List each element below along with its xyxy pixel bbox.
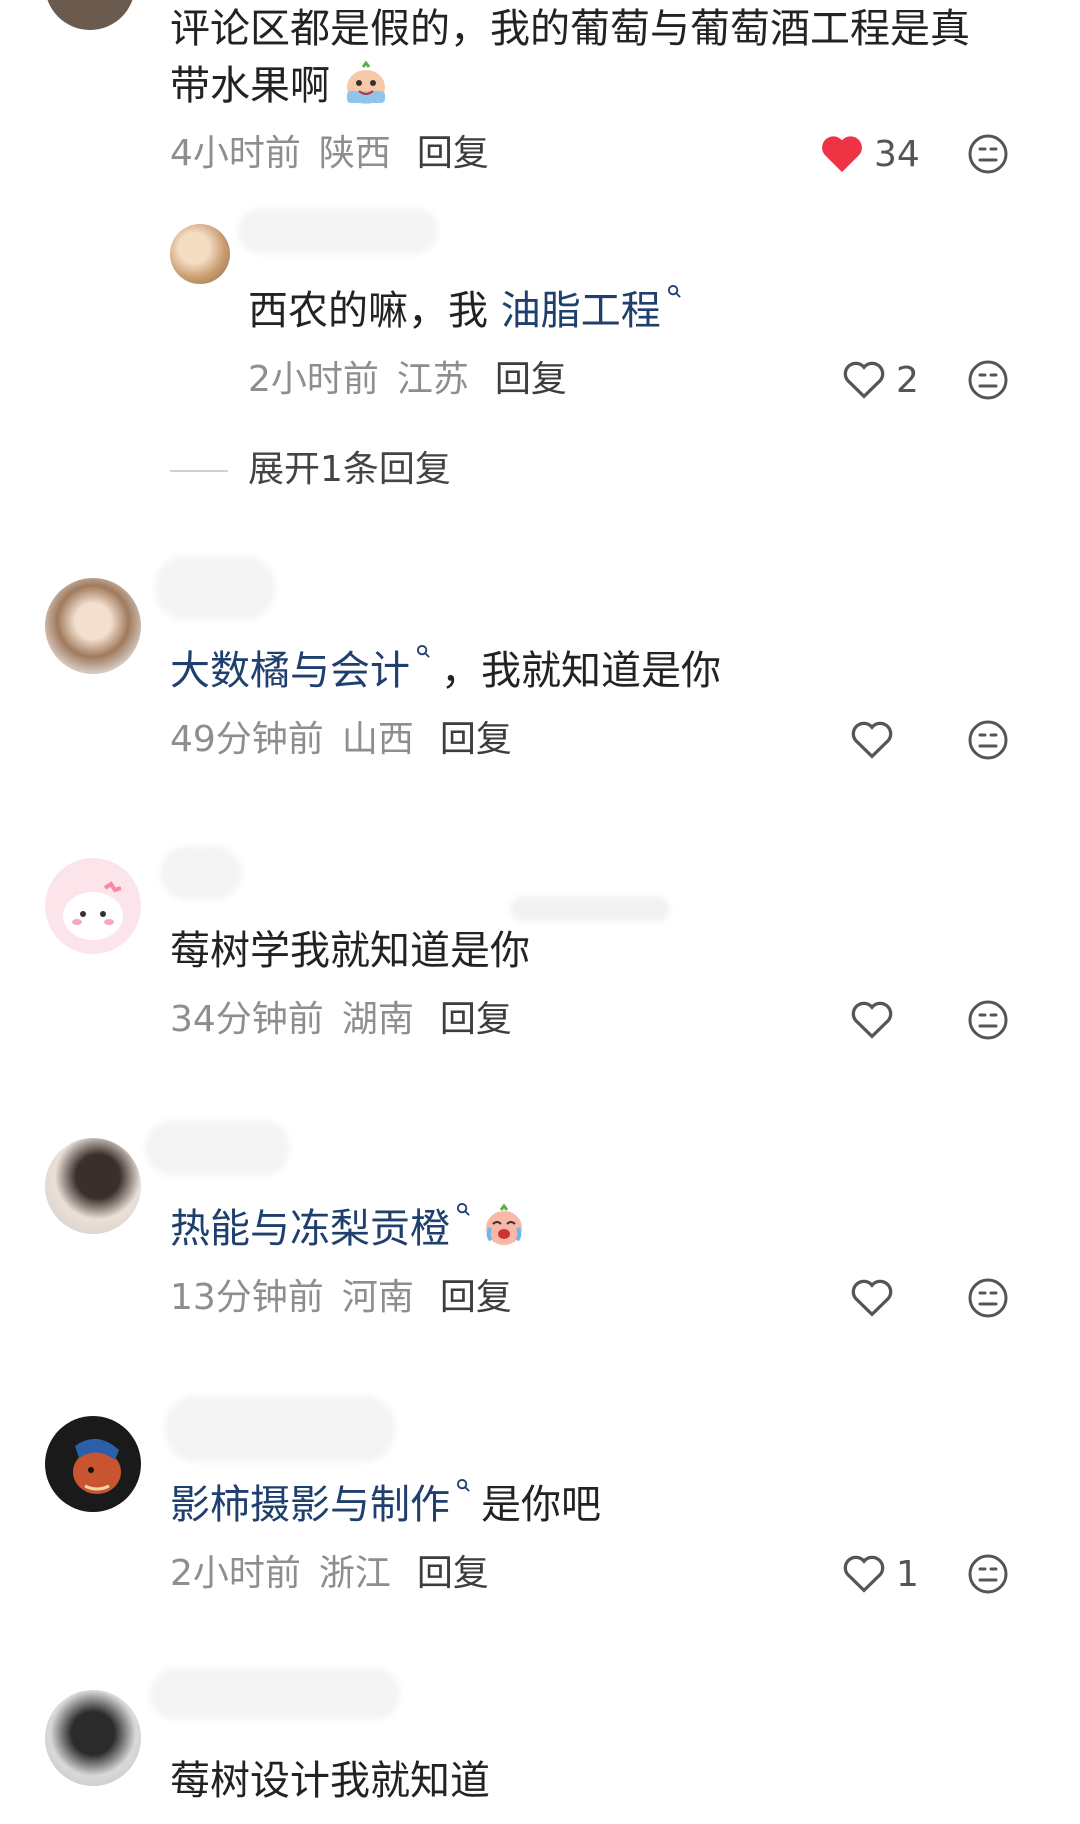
reply-button[interactable]: 回复: [440, 1277, 512, 1318]
comment-meta: 34分钟前 湖南 回复: [170, 998, 512, 1042]
heart-icon: [851, 721, 893, 759]
like-count: 34: [874, 133, 920, 175]
reply-text: 西农的嘛，我 油脂工程: [248, 282, 692, 340]
comment-text: 大数橘与会计 ，我就知道是你: [170, 642, 721, 700]
comment-text: 莓树学我就知道是你: [170, 922, 530, 980]
reply-meta: 2小时前 江苏 回复: [248, 358, 567, 402]
heart-icon: [843, 361, 885, 399]
emoji-reaction-icon[interactable]: [966, 132, 1010, 176]
comment-text: 带水果啊: [170, 57, 389, 115]
like-button[interactable]: 34: [820, 132, 920, 176]
comment-meta: 4小时前 陕西 回复: [170, 132, 489, 176]
heart-icon: [843, 1555, 885, 1593]
cartoon-avatar-icon: [63, 881, 123, 940]
emoji-reaction-icon[interactable]: [966, 1552, 1010, 1596]
avatar[interactable]: [45, 0, 135, 30]
comment-location: 湖南: [341, 999, 414, 1040]
reply-text-prefix: 西农的嘛，我: [248, 288, 488, 334]
reply-time: 2小时前: [248, 359, 379, 400]
expand-replies-button[interactable]: 展开1条回复: [248, 448, 451, 492]
like-button[interactable]: [850, 1276, 894, 1320]
search-mark-icon[interactable]: [667, 284, 682, 299]
reply-button[interactable]: 回复: [440, 999, 512, 1040]
avatar[interactable]: [45, 578, 141, 674]
comment-text: 评论区都是假的，我的葡萄与葡萄酒工程是真: [170, 0, 970, 58]
username-blurred[interactable]: [155, 556, 275, 620]
comment-meta: 13分钟前 河南 回复: [170, 1276, 512, 1320]
heart-icon: [822, 136, 862, 173]
like-count: 2: [896, 359, 919, 401]
mention-link[interactable]: 油脂工程: [501, 288, 661, 334]
username-blurred[interactable]: [145, 1120, 290, 1176]
reply-button[interactable]: 回复: [495, 359, 567, 400]
username-blurred[interactable]: [150, 1668, 400, 1720]
heart-icon: [851, 1001, 893, 1039]
comment-text-line: 带水果啊: [170, 63, 330, 109]
reply-button[interactable]: 回复: [417, 1553, 489, 1594]
emoji-reaction-icon[interactable]: [966, 1276, 1010, 1320]
avatar[interactable]: [45, 1416, 141, 1512]
avatar[interactable]: [170, 224, 230, 284]
laughing-emoji-icon: [346, 60, 385, 104]
avatar[interactable]: [45, 1690, 141, 1786]
emoji-reaction-icon[interactable]: [966, 718, 1010, 762]
search-mark-icon[interactable]: [416, 644, 431, 659]
comment-text: 热能与冻梨贡橙: [170, 1200, 527, 1258]
search-mark-icon[interactable]: [456, 1202, 471, 1217]
comment-text-line: 莓树学我就知道是你: [170, 928, 530, 974]
search-mark-icon[interactable]: [456, 1478, 471, 1493]
avatar[interactable]: [45, 1138, 141, 1234]
like-button[interactable]: 2: [842, 358, 919, 402]
reply-button[interactable]: 回复: [440, 719, 512, 760]
comment-location: 浙江: [318, 1553, 391, 1594]
like-button[interactable]: [850, 998, 894, 1042]
comment-location: 河南: [341, 1277, 414, 1318]
comment-text-line: 莓树设计我就知道: [170, 1758, 490, 1804]
reply-location: 江苏: [396, 359, 469, 400]
comment-time: 13分钟前: [170, 1277, 324, 1318]
comment-time: 49分钟前: [170, 719, 324, 760]
comment-text: 影柿摄影与制作 是你吧: [170, 1476, 601, 1534]
comment-location: 陕西: [318, 133, 391, 174]
comment-text-line: 评论区都是假的，我的葡萄与葡萄酒工程是真: [170, 6, 970, 52]
comment-meta: 49分钟前 山西 回复: [170, 718, 512, 762]
username-blurred[interactable]: [238, 208, 438, 254]
like-count: 1: [896, 1553, 919, 1595]
like-button[interactable]: 1: [842, 1552, 919, 1596]
tag-blurred: [510, 896, 670, 922]
portrait-avatar-icon: [73, 1438, 121, 1494]
emoji-reaction-icon[interactable]: [966, 998, 1010, 1042]
comment-meta: 2小时前 浙江 回复: [170, 1552, 489, 1596]
comment-time: 34分钟前: [170, 999, 324, 1040]
comment-text-suffix: ，我就知道是你: [441, 648, 721, 694]
emoji-reaction-icon[interactable]: [966, 358, 1010, 402]
expand-replies-label: 展开1条回复: [248, 449, 451, 490]
reply-button[interactable]: 回复: [417, 133, 489, 174]
mention-link[interactable]: 大数橘与会计: [170, 648, 410, 694]
expand-divider: [170, 470, 228, 472]
username-blurred[interactable]: [160, 846, 242, 900]
mention-link[interactable]: 影柿摄影与制作: [170, 1482, 450, 1528]
like-button[interactable]: [850, 718, 894, 762]
comment-location: 山西: [341, 719, 414, 760]
comment-time: 4小时前: [170, 133, 301, 174]
mention-link[interactable]: 热能与冻梨贡橙: [170, 1206, 450, 1252]
comment-text-suffix: 是你吧: [481, 1482, 601, 1528]
comment-time: 2小时前: [170, 1553, 301, 1594]
comment-text: 莓树设计我就知道: [170, 1752, 490, 1810]
username-blurred[interactable]: [165, 1396, 395, 1462]
crying-emoji-icon: [486, 1203, 522, 1245]
heart-icon: [851, 1279, 893, 1317]
avatar[interactable]: [45, 858, 141, 954]
